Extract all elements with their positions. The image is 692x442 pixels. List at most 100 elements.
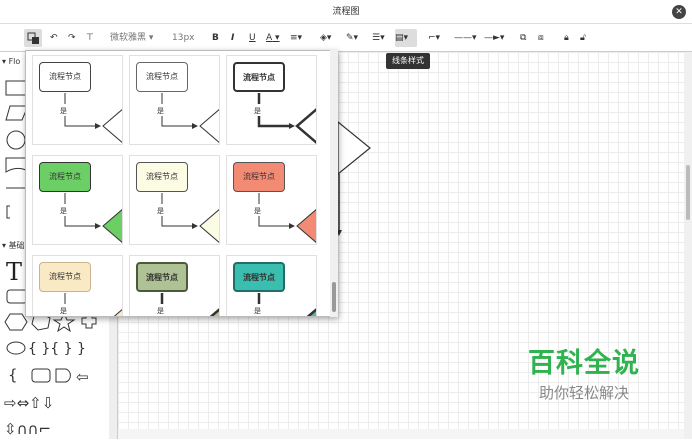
- style-option-5[interactable]: 流程节点是: [129, 155, 220, 245]
- bring-front-icon: ⧉: [520, 33, 527, 43]
- watermark-title: 百科全说: [528, 348, 640, 379]
- decision-shape-preview: [209, 308, 219, 316]
- circle-shape[interactable]: [6, 130, 26, 150]
- brace-left-shape[interactable]: {: [8, 366, 18, 384]
- font-color-button[interactable]: A ▾: [266, 29, 286, 47]
- fill-color-button[interactable]: ◈▾: [320, 29, 340, 47]
- connector-line: [258, 193, 289, 227]
- decision-shape-preview: [199, 109, 219, 143]
- bring-front-button[interactable]: ⧉: [520, 29, 532, 47]
- cloud-shape[interactable]: [6, 341, 26, 355]
- unlock-icon: 🔓︎: [580, 33, 586, 43]
- font-size-value: 13px: [172, 33, 195, 43]
- bracket-shape[interactable]: [6, 205, 10, 219]
- format-painter-button[interactable]: [24, 29, 42, 47]
- rounded-rect-shape[interactable]: [6, 289, 28, 304]
- connector-line: [64, 293, 66, 316]
- arrow-shapes-row-2[interactable]: ⇳∩∩⌐: [4, 420, 51, 438]
- connector-line: [160, 293, 164, 316]
- sidebar-section-flowchart[interactable]: ▾ Flo: [2, 57, 20, 66]
- canvas-triangle-shape[interactable]: [337, 120, 371, 176]
- connector-arrowhead: [289, 123, 295, 129]
- brace-shapes[interactable]: { }{ } }: [28, 341, 86, 357]
- align-button[interactable]: ≡▾: [290, 29, 308, 47]
- connector-preview: [161, 93, 219, 143]
- style-option-1[interactable]: 流程节点是: [32, 55, 123, 145]
- style-option-2[interactable]: 流程节点是: [129, 55, 220, 145]
- connector-preview: [161, 193, 219, 243]
- connector-type-button[interactable]: ⌐▾: [428, 29, 448, 47]
- watermark-subtitle: 助你轻松解决: [538, 384, 629, 402]
- send-back-icon: ⧈: [538, 33, 544, 43]
- font-family-select[interactable]: 微软雅黑 ▾: [110, 29, 162, 47]
- send-back-button[interactable]: ⧈: [538, 29, 550, 47]
- vertical-scroll-thumb[interactable]: [686, 165, 690, 220]
- style-option-9[interactable]: 流程节点是: [226, 255, 317, 316]
- style-option-3[interactable]: 流程节点是: [226, 55, 317, 145]
- delay-shape[interactable]: [55, 368, 71, 383]
- lock-icon: 🔒︎: [564, 33, 569, 43]
- style-option-8[interactable]: 流程节点是: [129, 255, 220, 316]
- horizontal-scrollbar[interactable]: [118, 429, 684, 439]
- italic-button[interactable]: I: [231, 29, 241, 47]
- vertical-scrollbar[interactable]: [684, 52, 692, 439]
- pen-icon: ✎▾: [346, 33, 359, 43]
- redo-button[interactable]: ↷: [68, 29, 80, 47]
- document-shape[interactable]: [5, 157, 27, 173]
- undo-icon: ↶: [50, 33, 58, 43]
- hexagon-shape[interactable]: [4, 313, 28, 331]
- toolbar: ↶ ↷ ⊤ 微软雅黑 ▾ 13px ⇕ B I U A ▾ ≡▾ ◈▾ ✎▾ ☰…: [0, 24, 692, 61]
- rect-shape-2[interactable]: [31, 368, 51, 383]
- font-color-label: A: [266, 33, 273, 43]
- connector-arrowhead: [95, 123, 101, 129]
- popup-scrollbar[interactable]: [330, 50, 338, 317]
- connector-line: [161, 193, 192, 227]
- arrow-shapes-row[interactable]: ⇨⇔⇧⇩: [4, 394, 54, 412]
- arrow-end-icon: —►▾: [484, 33, 505, 43]
- line-width-button[interactable]: ☰▾: [372, 29, 390, 47]
- title-bar: 流程图 ✕: [0, 0, 692, 24]
- window-title: 流程图: [332, 7, 360, 17]
- style-option-6[interactable]: 流程节点是: [226, 155, 317, 245]
- connector-preview: [258, 193, 316, 243]
- style-option-7[interactable]: 流程节点是: [32, 255, 123, 316]
- connector-preview: [64, 193, 122, 243]
- font-size-select[interactable]: 13px ⇕: [172, 29, 204, 61]
- align-icon: ≡▾: [290, 33, 303, 43]
- connector-preview: [257, 293, 316, 316]
- close-button[interactable]: ✕: [672, 5, 686, 19]
- arrow-left-shape[interactable]: ⇦: [76, 368, 89, 386]
- connector-line: [257, 93, 289, 128]
- connector-arrowhead: [95, 223, 101, 229]
- bold-button[interactable]: B: [212, 29, 222, 47]
- sidebar-section-basic[interactable]: ▾ 基础: [2, 240, 25, 251]
- line-style-button[interactable]: ▤▾: [395, 29, 417, 47]
- connector-preview: [257, 93, 316, 144]
- undo-button[interactable]: ↶: [50, 29, 62, 47]
- dashed-line-icon: ▤▾: [395, 33, 409, 43]
- underline-button[interactable]: U: [249, 29, 259, 47]
- connector-preview: [64, 293, 122, 316]
- style-option-4[interactable]: 流程节点是: [32, 155, 123, 245]
- redo-icon: ↷: [68, 33, 76, 43]
- popup-scroll-thumb[interactable]: [332, 282, 336, 312]
- line-start-button[interactable]: ——▾: [454, 29, 486, 47]
- font-family-value: 微软雅黑: [110, 33, 147, 43]
- unlock-button[interactable]: 🔓︎: [580, 29, 590, 47]
- line-style-tooltip: 线条样式: [386, 53, 430, 69]
- elbow-connector-icon: ⌐▾: [428, 33, 441, 43]
- line-end-button[interactable]: —►▾: [484, 29, 512, 47]
- sidebar-section-label-2: 基础: [8, 241, 25, 250]
- connector-line: [64, 93, 95, 127]
- connector-arrowhead: [192, 223, 198, 229]
- connector-preview: [64, 93, 122, 143]
- text-shape[interactable]: T: [6, 258, 22, 286]
- style-gallery-popup: 流程节点是流程节点是流程节点是流程节点是流程节点是流程节点是流程节点是流程节点是…: [25, 50, 338, 317]
- italic-label: I: [231, 33, 235, 43]
- paint-icon: [27, 32, 39, 44]
- process-shape[interactable]: [5, 80, 27, 96]
- clear-format-button[interactable]: ⊤: [86, 29, 98, 47]
- lock-button[interactable]: 🔒︎: [564, 29, 574, 47]
- line-color-button[interactable]: ✎▾: [346, 29, 366, 47]
- brush-icon: ⊤: [86, 33, 94, 43]
